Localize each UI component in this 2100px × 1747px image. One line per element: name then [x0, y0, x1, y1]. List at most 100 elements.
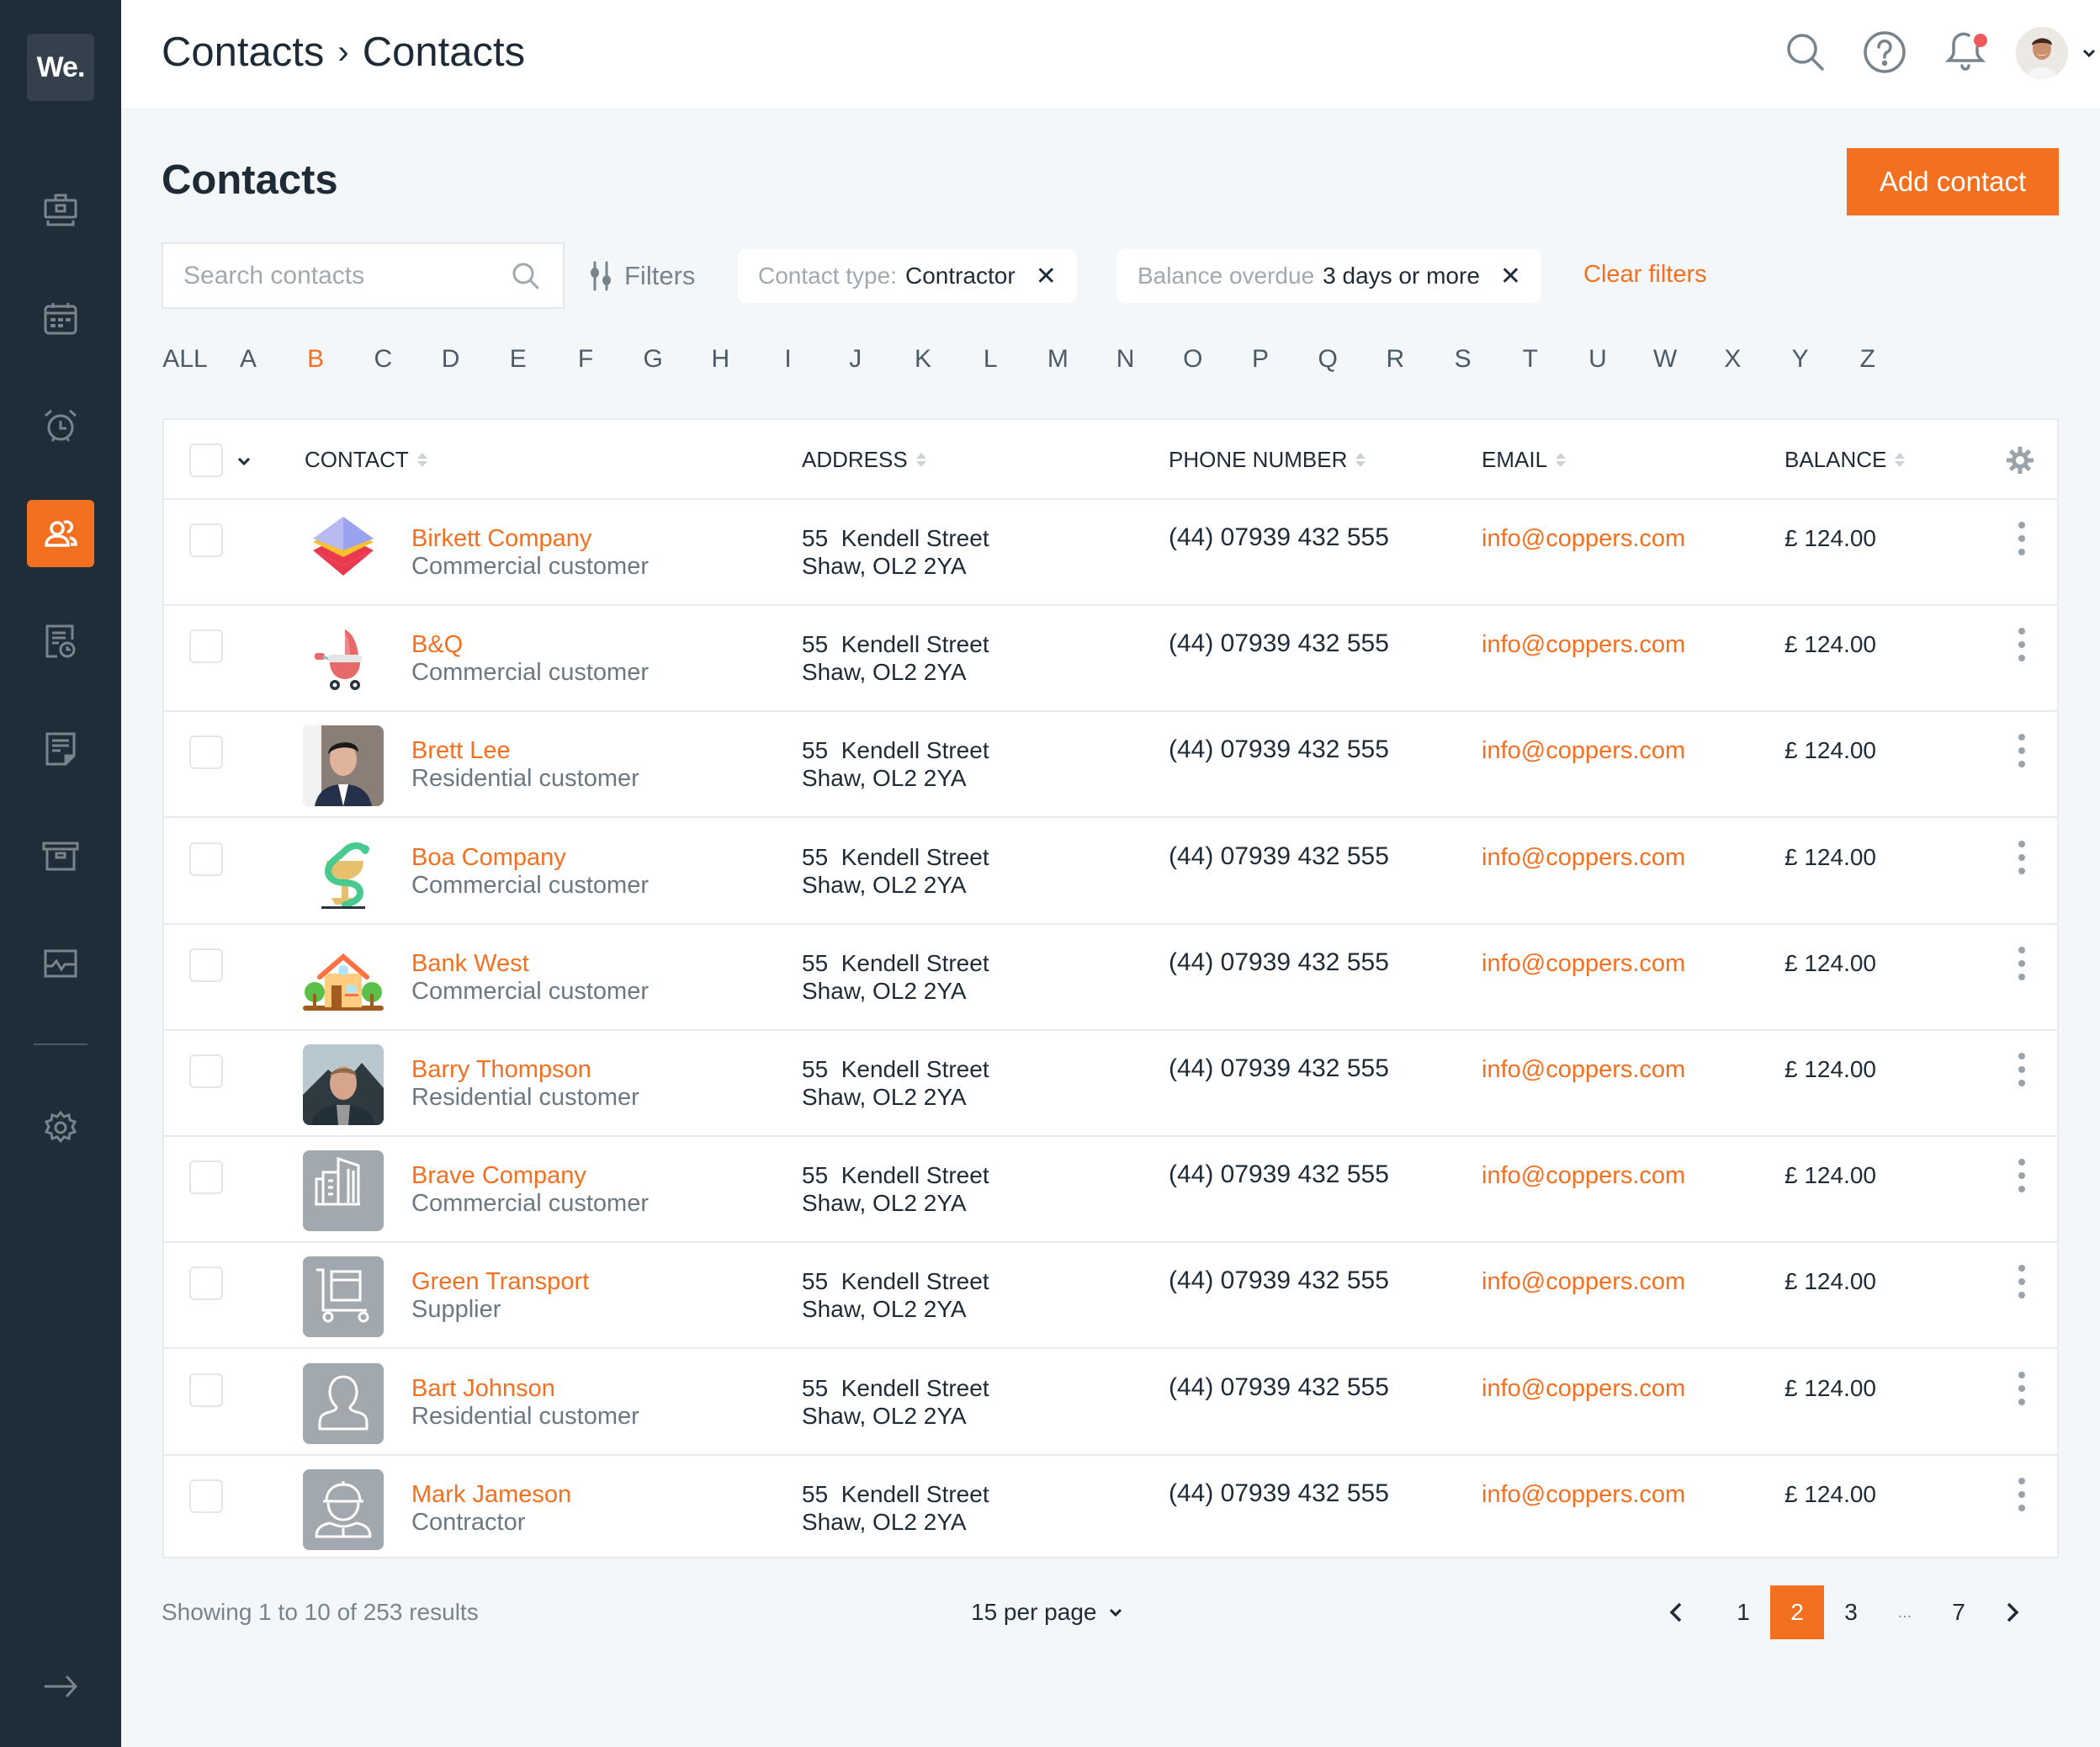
search-icon[interactable]	[1780, 27, 1831, 77]
alphabet-letter-m[interactable]: M	[1047, 345, 1069, 374]
remove-filter-icon[interactable]: ✕	[1500, 262, 1521, 291]
sidebar-item-jobs[interactable]	[27, 177, 94, 244]
row-checkbox[interactable]	[189, 1479, 223, 1513]
select-all-checkbox[interactable]	[189, 443, 223, 477]
email-link[interactable]: info@coppers.com	[1482, 950, 1685, 978]
sidebar-item-calendar[interactable]	[27, 284, 94, 352]
contact-name-link[interactable]: Green Transport	[411, 1268, 589, 1296]
alphabet-letter-s[interactable]: S	[1455, 345, 1472, 374]
alphabet-letter-y[interactable]: Y	[1792, 345, 1809, 374]
column-header-phone[interactable]: PHONE NUMBER	[1169, 447, 1366, 473]
app-logo[interactable]: We.	[27, 34, 94, 101]
chevron-down-icon[interactable]	[236, 455, 252, 467]
sidebar-expand-button[interactable]	[27, 1653, 94, 1720]
table-row[interactable]: Mark Jameson Contractor 55 Kendell Street S…	[164, 1456, 2057, 1562]
contact-name-link[interactable]: Bart Johnson	[411, 1375, 555, 1403]
page-button-1[interactable]: 1	[1716, 1585, 1770, 1639]
alphabet-letter-q[interactable]: Q	[1318, 345, 1338, 374]
contact-name-link[interactable]: Bank West	[411, 950, 529, 978]
column-settings-gear-icon[interactable]	[2005, 445, 2035, 475]
email-link[interactable]: info@coppers.com	[1482, 844, 1685, 872]
row-actions-kebab-icon[interactable]	[2015, 1053, 2028, 1086]
email-link[interactable]: info@coppers.com	[1482, 1268, 1685, 1296]
contact-name-link[interactable]: Barry Thompson	[411, 1056, 591, 1084]
sidebar-item-notes[interactable]	[27, 715, 94, 783]
table-row[interactable]: Bart Johnson Residential customer 55 Kende…	[164, 1350, 2057, 1456]
alphabet-letter-n[interactable]: N	[1116, 345, 1135, 374]
row-checkbox[interactable]	[189, 842, 223, 876]
previous-page-button[interactable]	[1649, 1585, 1703, 1639]
column-header-email[interactable]: EMAIL	[1482, 447, 1567, 473]
breadcrumb-item-parent[interactable]: Contacts	[162, 29, 324, 76]
alphabet-letter-w[interactable]: W	[1653, 345, 1677, 374]
alphabet-letter-k[interactable]: K	[915, 345, 931, 374]
alphabet-letter-z[interactable]: Z	[1860, 345, 1875, 374]
user-avatar[interactable]	[2016, 27, 2068, 79]
alphabet-letter-all[interactable]: ALL	[162, 345, 207, 374]
column-header-balance[interactable]: BALANCE	[1784, 447, 1906, 473]
table-row[interactable]: Bank West Commercial customer 55 Kendell S…	[164, 925, 2057, 1031]
row-actions-kebab-icon[interactable]	[2015, 1159, 2028, 1193]
table-row[interactable]: Green Transport Supplier 55 Kendell Street…	[164, 1243, 2057, 1350]
table-row[interactable]: Brett Lee Residential customer 55 Kendell …	[164, 712, 2057, 819]
next-page-button[interactable]	[1986, 1585, 2039, 1639]
contact-name-link[interactable]: B&Q	[411, 631, 463, 659]
email-link[interactable]: info@coppers.com	[1482, 1056, 1685, 1084]
column-header-contact[interactable]: CONTACT	[305, 447, 427, 473]
table-row[interactable]: Boa Company Commercial customer 55 Kendell…	[164, 819, 2057, 925]
sidebar-item-settings[interactable]	[27, 1094, 94, 1161]
alphabet-letter-e[interactable]: E	[510, 345, 527, 374]
row-actions-kebab-icon[interactable]	[2015, 840, 2028, 874]
per-page-select[interactable]: 15 per page	[971, 1599, 1123, 1626]
add-contact-button[interactable]: Add contact	[1847, 148, 2059, 215]
alphabet-letter-d[interactable]: D	[442, 345, 460, 374]
sidebar-item-reminders[interactable]	[27, 392, 94, 459]
contact-name-link[interactable]: Boa Company	[411, 844, 566, 872]
row-checkbox[interactable]	[189, 1373, 223, 1407]
sidebar-item-reports[interactable]	[27, 931, 94, 998]
contact-name-link[interactable]: Brave Company	[411, 1162, 586, 1190]
clear-filters-link[interactable]: Clear filters	[1583, 261, 1707, 289]
remove-filter-icon[interactable]: ✕	[1036, 262, 1057, 291]
row-actions-kebab-icon[interactable]	[2015, 1371, 2028, 1405]
email-link[interactable]: info@coppers.com	[1482, 1481, 1685, 1509]
row-actions-kebab-icon[interactable]	[2015, 522, 2028, 555]
sidebar-item-archive[interactable]	[27, 823, 94, 890]
alphabet-letter-g[interactable]: G	[644, 345, 663, 374]
row-actions-kebab-icon[interactable]	[2015, 1477, 2028, 1511]
alphabet-letter-r[interactable]: R	[1387, 345, 1405, 374]
row-checkbox[interactable]	[189, 1266, 223, 1301]
email-link[interactable]: info@coppers.com	[1482, 1375, 1685, 1403]
alphabet-letter-a[interactable]: A	[240, 345, 257, 374]
row-checkbox[interactable]	[189, 948, 223, 982]
search-icon[interactable]	[509, 259, 543, 293]
help-icon[interactable]	[1859, 27, 1910, 77]
email-link[interactable]: info@coppers.com	[1482, 737, 1685, 765]
alphabet-letter-x[interactable]: X	[1724, 345, 1741, 374]
table-row[interactable]: Barry Thompson Residential customer 55 Ken…	[164, 1031, 2057, 1137]
email-link[interactable]: info@coppers.com	[1482, 525, 1685, 553]
row-checkbox[interactable]	[189, 629, 223, 664]
row-actions-kebab-icon[interactable]	[2015, 628, 2028, 662]
alphabet-letter-b[interactable]: B	[307, 345, 324, 374]
contact-name-link[interactable]: Brett Lee	[411, 737, 511, 765]
column-header-address[interactable]: ADDRESS	[802, 447, 926, 473]
alphabet-letter-l[interactable]: L	[984, 345, 998, 374]
search-input[interactable]	[183, 261, 509, 290]
alphabet-letter-u[interactable]: U	[1588, 345, 1607, 374]
email-link[interactable]: info@coppers.com	[1482, 631, 1685, 659]
alphabet-letter-p[interactable]: P	[1252, 345, 1269, 374]
table-row[interactable]: Birkett Company Commercial customer 55 Ken…	[164, 500, 2057, 606]
alphabet-letter-j[interactable]: J	[849, 345, 862, 374]
page-button-2[interactable]: 2	[1770, 1585, 1824, 1639]
email-link[interactable]: info@coppers.com	[1482, 1162, 1685, 1190]
alphabet-letter-f[interactable]: F	[578, 345, 593, 374]
contact-name-link[interactable]: Mark Jameson	[411, 1481, 571, 1509]
table-row[interactable]: Brave Company Commercial customer 55 Kende…	[164, 1137, 2057, 1244]
row-checkbox[interactable]	[189, 1160, 223, 1195]
alphabet-letter-t[interactable]: T	[1523, 345, 1538, 374]
page-button-7[interactable]: 7	[1932, 1585, 1986, 1639]
row-actions-kebab-icon[interactable]	[2015, 1265, 2028, 1299]
row-checkbox[interactable]	[189, 735, 223, 770]
chevron-down-icon[interactable]	[2081, 47, 2097, 59]
